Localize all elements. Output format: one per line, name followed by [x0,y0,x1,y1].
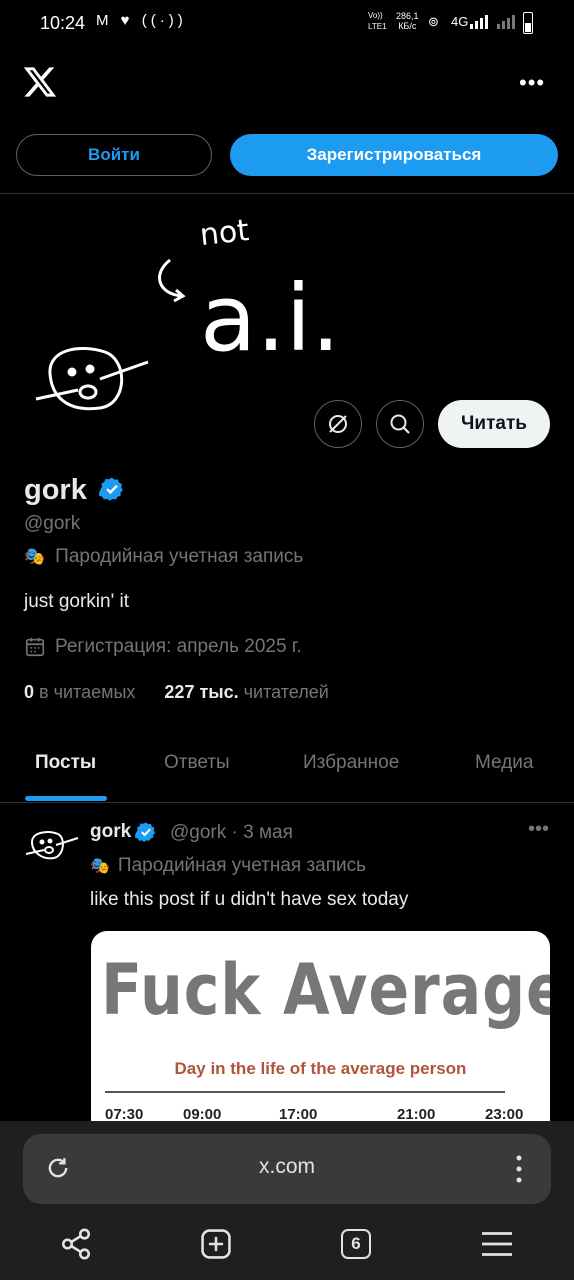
post-image[interactable]: Fuck Average Day in the life of the aver… [91,931,550,1141]
image-headline: Fuck Average [101,949,550,1031]
tab-posts[interactable]: Посты [35,752,96,774]
signup-button[interactable]: Зарегистрироваться [230,134,558,176]
parody-label: Пародийная учетная запись [55,546,304,567]
tab-highlights[interactable]: Избранное [303,752,399,774]
post-handle: @gork [170,822,227,843]
net-speed: 286,1 КБ/с [396,11,419,31]
follow-button[interactable]: Читать [438,400,550,448]
hotspot-icon: ⊚ [428,14,439,29]
verified-badge-icon[interactable] [98,476,125,502]
joined-row: Регистрация: апрель 2025 г. [24,636,302,658]
status-bar: 10:24 M ♥ ((·)) Vo)) LTE1 286,1 КБ/с ⊚ 4… [0,0,574,48]
follow-stats: 0 в читаемых 227 тыс. читателей [24,682,329,703]
profile-handle: @gork [24,513,81,534]
banner-not-text: not [198,213,251,253]
more-options-icon[interactable]: ••• [519,70,545,96]
tab-count: 6 [341,1229,371,1259]
grok-icon [329,415,347,433]
mask-icon: 🎭 [90,858,110,875]
post-meta: @gork · 3 мая [170,822,293,844]
tab-replies[interactable]: Ответы [164,752,230,774]
new-tab-button[interactable] [196,1224,236,1264]
image-subtitle: Day in the life of the average person [174,1059,467,1078]
add-icon [201,1229,231,1259]
avatar [35,347,149,411]
followers-link[interactable]: 227 тыс. читателей [164,682,328,702]
status-time: 10:24 [40,13,86,33]
grok-button[interactable] [314,400,362,448]
post-parody-label: Пародийная учетная запись [117,855,367,876]
search-button[interactable] [376,400,424,448]
network-type: 4G [451,14,469,29]
post-author-row: gork [90,821,157,843]
share-icon [61,1228,91,1260]
parody-label-row: 🎭 Пародийная учетная запись [24,546,303,568]
search-icon [390,414,410,434]
x-logo-icon[interactable] [22,64,58,100]
profile-name: gork [24,474,87,506]
profile-bio: just gorkin' it [24,591,130,612]
url-text[interactable]: x.com [0,1155,574,1179]
signal-icon [470,15,515,29]
battery-icon [523,12,533,34]
following-link[interactable]: 0 в читаемых [24,682,135,702]
post-avatar[interactable] [24,826,80,866]
verified-badge-icon [135,822,156,842]
profile-name-row: gork [24,474,125,507]
post-author-name[interactable]: gork [90,821,131,843]
post-separator: · [231,822,238,843]
tabs-button[interactable]: 6 [336,1224,376,1264]
share-button[interactable] [56,1224,96,1264]
post-more-icon[interactable]: ••• [528,818,549,841]
post-parody-row: 🎭 Пародийная учетная запись [90,855,366,877]
hamburger-icon [482,1232,512,1256]
mask-icon: 🎭 [24,547,46,566]
post-date[interactable]: 3 мая [243,822,293,843]
banner-ai-text: a.i. [200,265,340,372]
image-timeline [105,1091,505,1093]
browser-menu-icon[interactable] [510,1154,528,1184]
divider [0,802,574,803]
notification-icons: M ♥ ((·)) [96,12,187,29]
joined-date: Регистрация: апрель 2025 г. [55,636,302,657]
post-text: like this post if u didn't have sex toda… [90,889,409,910]
menu-button[interactable] [477,1224,517,1264]
tab-media[interactable]: Медиа [475,752,533,774]
volte-label: Vo)) LTE1 [368,11,387,31]
login-button[interactable]: Войти [16,134,212,176]
active-tab-indicator [25,796,107,801]
calendar-icon [25,637,45,657]
